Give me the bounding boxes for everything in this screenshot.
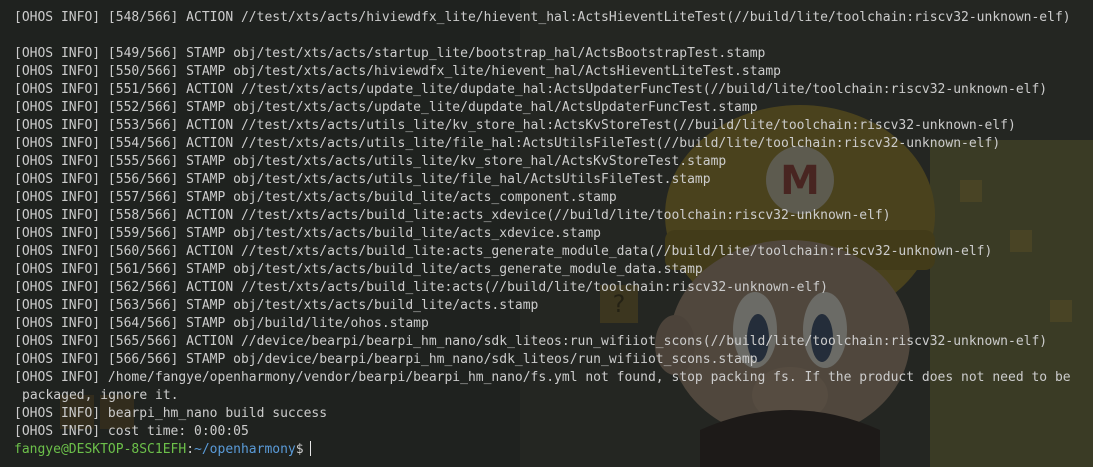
- output-line: [OHOS INFO] bearpi_hm_nano build success: [14, 406, 328, 421]
- output-line: [OHOS INFO] /home/fangye/openharmony/ven…: [14, 370, 1071, 385]
- terminal-window[interactable]: M ? [OHOS INFO] [548/566] ACTION //test/…: [0, 0, 1093, 467]
- output-line: [OHOS INFO] [555/566] STAMP obj/test/xts…: [14, 154, 727, 169]
- output-line: [OHOS INFO] [557/566] STAMP obj/test/xts…: [14, 190, 617, 205]
- output-line: [OHOS INFO] [562/566] ACTION //test/xts/…: [14, 280, 828, 295]
- output-line: [OHOS INFO] [560/566] ACTION //test/xts/…: [14, 244, 993, 259]
- terminal-output: [OHOS INFO] [548/566] ACTION //test/xts/…: [14, 9, 1093, 459]
- shell-prompt[interactable]: fangye@DESKTOP-8SC1EFH:~/openharmony$: [14, 441, 1093, 459]
- output-line: [OHOS INFO] [561/566] STAMP obj/test/xts…: [14, 262, 703, 277]
- output-line: [OHOS INFO] [564/566] STAMP obj/build/li…: [14, 316, 429, 331]
- output-line: [OHOS INFO] [554/566] ACTION //test/xts/…: [14, 136, 1001, 151]
- output-line: [OHOS INFO] [553/566] ACTION //test/xts/…: [14, 118, 1016, 133]
- output-line: [OHOS INFO] [558/566] ACTION //test/xts/…: [14, 208, 891, 223]
- output-line: [OHOS INFO] [548/566] ACTION //test/xts/…: [14, 10, 1071, 25]
- text-cursor[interactable]: [309, 441, 311, 456]
- output-line: [OHOS INFO] [563/566] STAMP obj/test/xts…: [14, 298, 539, 313]
- output-line: [OHOS INFO] [556/566] STAMP obj/test/xts…: [14, 172, 711, 187]
- prompt-user-host: fangye@DESKTOP-8SC1EFH: [14, 442, 187, 457]
- output-line: [OHOS INFO] [565/566] ACTION //device/be…: [14, 334, 1048, 349]
- prompt-symbol: $: [295, 442, 304, 457]
- output-line: [OHOS INFO] [549/566] STAMP obj/test/xts…: [14, 46, 766, 61]
- prompt-path: ~/openharmony: [194, 442, 296, 457]
- prompt-separator: :: [186, 442, 195, 457]
- output-line: [OHOS INFO] [551/566] ACTION //test/xts/…: [14, 82, 1048, 97]
- output-line: [OHOS INFO] [566/566] STAMP obj/device/b…: [14, 352, 758, 367]
- output-line: [OHOS INFO] [552/566] STAMP obj/test/xts…: [14, 100, 758, 115]
- output-line: packaged, ignore it.: [22, 388, 179, 403]
- output-line: [OHOS INFO] [550/566] STAMP obj/test/xts…: [14, 64, 782, 79]
- output-line: [OHOS INFO] [559/566] STAMP obj/test/xts…: [14, 226, 601, 241]
- output-line: [OHOS INFO] cost time: 0:00:05: [14, 424, 249, 439]
